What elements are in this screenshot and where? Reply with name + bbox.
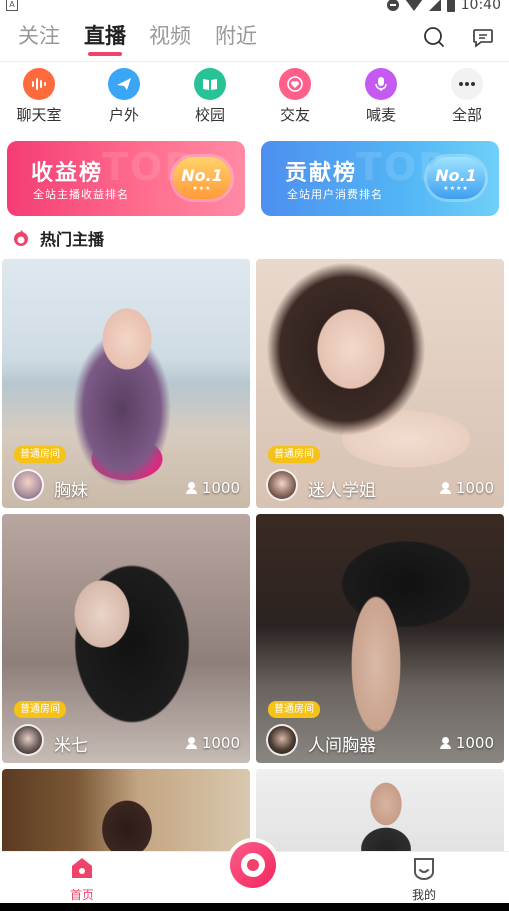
viewer-count-value: 1000 — [455, 479, 494, 497]
room-type-badge: 普通房间 — [268, 701, 320, 718]
category-label: 交友 — [279, 106, 310, 124]
banner-subtitle: 全站主播收益排名 — [33, 188, 129, 201]
message-icon[interactable] — [472, 26, 494, 48]
category-all[interactable]: 全部 — [432, 68, 502, 125]
category-outdoor[interactable]: 户外 — [89, 68, 159, 125]
status-time: 10:40 — [460, 0, 501, 13]
user-icon — [439, 482, 451, 494]
section-title: 热门主播 — [40, 230, 105, 249]
no1-medal-icon: No.1 ★★★★ — [427, 157, 485, 199]
viewer-count: 1000 — [185, 734, 240, 752]
tab-follow[interactable]: 关注 — [18, 20, 60, 50]
category-label: 校园 — [194, 106, 225, 124]
avatar — [12, 469, 44, 501]
category-label: 全部 — [451, 106, 482, 124]
home-icon — [72, 858, 92, 878]
category-campus[interactable]: 校园 — [175, 68, 245, 125]
room-type-badge: 普通房间 — [268, 446, 320, 463]
room-type-badge: 普通房间 — [14, 701, 66, 718]
tab-nearby[interactable]: 附近 — [215, 20, 257, 50]
income-ranking-banner[interactable]: TOP 收益榜 全站主播收益排名 No.1 ★★★ — [7, 141, 245, 216]
viewer-count: 1000 — [439, 734, 494, 752]
user-icon — [185, 482, 197, 494]
battery-icon — [446, 0, 455, 12]
more-icon — [451, 68, 483, 100]
stream-card[interactable] — [2, 769, 250, 853]
nav-home[interactable]: 首页 — [52, 856, 112, 903]
wifi-icon — [404, 0, 423, 11]
medal-text: No.1 — [435, 166, 477, 185]
no1-medal-icon: No.1 ★★★ — [173, 157, 231, 199]
room-type-badge: 普通房间 — [14, 446, 66, 463]
stream-card[interactable]: 普通房间 迷人学姐 1000 — [256, 259, 504, 508]
plane-icon — [108, 68, 140, 100]
streamer-name: 人间胸器 — [308, 736, 376, 756]
status-indicator-icon: A — [6, 0, 18, 11]
status-bar: A 10:40 — [0, 0, 509, 13]
microphone-icon — [365, 68, 397, 100]
category-dating[interactable]: 交友 — [260, 68, 330, 125]
system-nav-bar — [0, 903, 509, 911]
category-label: 喊麦 — [365, 106, 396, 124]
stream-card[interactable]: 普通房间 人间胸器 1000 — [256, 514, 504, 763]
category-chatroom[interactable]: 聊天室 — [4, 68, 74, 125]
viewer-count: 1000 — [185, 479, 240, 497]
category-label: 聊天室 — [16, 106, 62, 124]
heart-icon — [279, 68, 311, 100]
header-divider — [0, 61, 509, 62]
banner-title: 贡献榜 — [285, 161, 358, 186]
section-header: 热门主播 — [12, 226, 104, 250]
do-not-disturb-icon — [386, 0, 399, 11]
nav-mine[interactable]: 我的 — [394, 856, 454, 903]
tab-live[interactable]: 直播 — [84, 20, 126, 50]
stream-card[interactable]: 普通房间 米七 1000 — [2, 514, 250, 763]
top-tabs: 关注 直播 视频 附近 — [0, 18, 509, 58]
viewer-count-value: 1000 — [455, 734, 494, 752]
camera-ring-icon — [230, 842, 276, 888]
medal-stars-icon: ★★★ — [192, 185, 212, 192]
user-icon — [185, 737, 197, 749]
medal-text: No.1 — [181, 166, 223, 185]
banner-title: 收益榜 — [31, 161, 104, 186]
avatar — [266, 469, 298, 501]
book-icon — [194, 68, 226, 100]
stream-card[interactable] — [256, 769, 504, 853]
profile-face-icon — [414, 858, 434, 880]
tab-video[interactable]: 视频 — [149, 20, 191, 50]
avatar — [12, 724, 44, 756]
active-tab-indicator — [88, 52, 122, 56]
streamer-name: 米七 — [54, 736, 88, 756]
medal-stars-icon: ★★★★ — [443, 185, 469, 192]
banner-subtitle: 全站用户消费排名 — [287, 188, 383, 201]
go-live-button[interactable] — [226, 838, 280, 892]
search-icon[interactable] — [423, 26, 445, 48]
stream-card[interactable]: 普通房间 胸妹 1000 — [2, 259, 250, 508]
viewer-count-value: 1000 — [201, 734, 240, 752]
avatar — [266, 724, 298, 756]
streamer-name: 迷人学姐 — [308, 481, 376, 501]
audio-wave-icon — [23, 68, 55, 100]
flame-icon — [14, 230, 28, 246]
status-icons: 10:40 — [386, 0, 501, 13]
nav-home-label: 首页 — [69, 888, 94, 902]
category-row: 聊天室 户外 校园 交友 喊麦 全部 — [0, 68, 509, 128]
category-shout-mic[interactable]: 喊麦 — [346, 68, 416, 125]
category-label: 户外 — [108, 106, 139, 124]
viewer-count: 1000 — [439, 479, 494, 497]
streamer-name: 胸妹 — [54, 481, 88, 501]
user-icon — [439, 737, 451, 749]
nav-mine-label: 我的 — [411, 888, 436, 902]
signal-icon — [428, 0, 441, 11]
contribution-ranking-banner[interactable]: TOP 贡献榜 全站用户消费排名 No.1 ★★★★ — [261, 141, 499, 216]
viewer-count-value: 1000 — [201, 479, 240, 497]
